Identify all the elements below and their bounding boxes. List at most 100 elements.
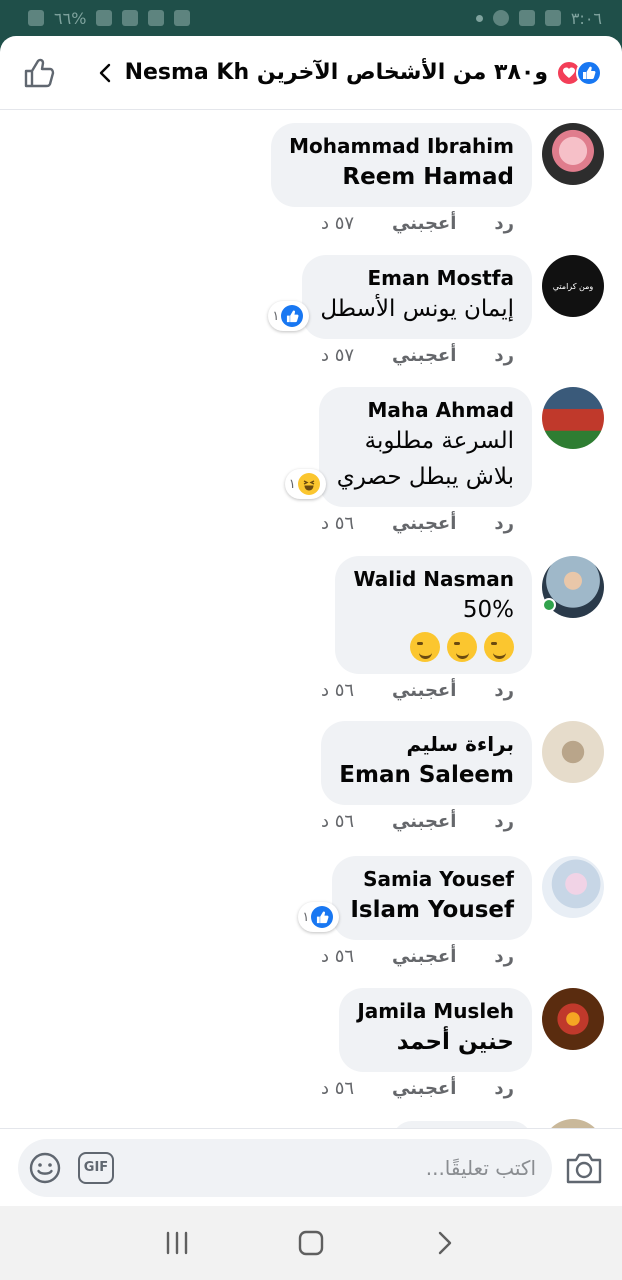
- comment-reaction-badge[interactable]: ١: [298, 902, 340, 932]
- like-button[interactable]: أعجبني: [392, 680, 456, 701]
- emoji-picker-icon[interactable]: [28, 1151, 62, 1185]
- like-button[interactable]: أعجبني: [392, 345, 456, 366]
- telegram-notification-icon: [544, 10, 561, 26]
- comment-body: Eman Mostfa إيمان يونس الأسطل ١ ٥٧ د أعج…: [268, 255, 532, 366]
- like-button[interactable]: أعجبني: [392, 946, 456, 967]
- avatar-image: [542, 387, 604, 449]
- comment-time: ٥٧ د: [320, 213, 355, 234]
- comment-time: ٥٦ د: [320, 513, 355, 534]
- comments-sheet: و٣٨٠ من الأشخاص الآخرين Nesma Kh Mohamma…: [0, 36, 622, 1206]
- comment-author[interactable]: Mohammad Ibrahim: [289, 133, 514, 159]
- reply-button[interactable]: رد: [494, 811, 514, 832]
- comment-bubble[interactable]: Maha Ahmad السرعة مطلوبة بلاش يبطل حصري …: [284, 387, 532, 507]
- signal-icon: [96, 10, 113, 26]
- reply-button[interactable]: رد: [494, 1078, 514, 1099]
- avatar-image: [542, 856, 604, 918]
- comment-author[interactable]: Walid Nasman: [353, 566, 514, 592]
- gif-button[interactable]: GIF: [78, 1151, 114, 1184]
- reactions-header: و٣٨٠ من الأشخاص الآخرين Nesma Kh: [0, 36, 622, 110]
- avatar[interactable]: ومن كرامتي: [542, 255, 604, 317]
- comment-time: ٥٧ د: [320, 345, 355, 366]
- comment-body: Samia Yousef Islam Yousef ١ ٥٦ د أعجبني …: [298, 856, 532, 967]
- chevron-left-icon[interactable]: [95, 62, 117, 84]
- comment-meta: ٥٦ د أعجبني رد: [321, 811, 514, 832]
- system-navigation-bar: [0, 1206, 622, 1280]
- comment-bubble[interactable]: Samia Yousef Islam Yousef ١: [298, 856, 532, 940]
- battery-text: ٦٦%: [54, 8, 87, 28]
- comment-text: حنين أحمد: [396, 1029, 514, 1055]
- avatar[interactable]: [542, 856, 604, 918]
- avatar-image: [542, 721, 604, 783]
- home-icon: [298, 1230, 324, 1256]
- avatar-image: ومن كرامتي: [542, 255, 604, 317]
- reply-button[interactable]: رد: [494, 680, 514, 701]
- avatar-image: [542, 988, 604, 1050]
- comment-bubble[interactable]: Mohammad Ibrahim Reem Hamad: [271, 123, 532, 207]
- reaction-icons: [556, 59, 602, 86]
- comment-input-wrap[interactable]: GIF: [18, 1138, 552, 1197]
- reply-button[interactable]: رد: [494, 213, 514, 234]
- comment-text: إيمان يونس الأسطل: [320, 296, 514, 322]
- avatar[interactable]: [542, 988, 604, 1050]
- comment-bubble[interactable]: Jamila Musleh حنين أحمد: [339, 988, 532, 1072]
- like-button[interactable]: أعجبني: [392, 1078, 456, 1099]
- comment-text: Eman Saleem: [339, 762, 514, 788]
- home-button[interactable]: [291, 1223, 331, 1263]
- comment-bubble[interactable]: براءة سليم Eman Saleem: [321, 721, 532, 805]
- comment-author[interactable]: Samia Yousef: [350, 866, 514, 892]
- comment-reaction-badge[interactable]: ١: [268, 301, 310, 331]
- like-icon: [311, 906, 334, 928]
- comment-text: 50%: [462, 597, 514, 623]
- comment-body: Jamila Musleh حنين أحمد ٥٦ د أعجبني رد: [321, 988, 532, 1099]
- comment-item: Walid Nasman 50% ٥٦ د أعجبني رد: [321, 556, 604, 701]
- comment-body: Walid Nasman 50% ٥٦ د أعجبني رد: [321, 556, 532, 701]
- comment-item: Samia Yousef Islam Yousef ١ ٥٦ د أعجبني …: [298, 856, 604, 967]
- avatar-caption: ومن كرامتي: [552, 281, 594, 291]
- comment-author[interactable]: Jamila Musleh: [357, 998, 514, 1024]
- like-outline-icon[interactable]: [22, 56, 56, 90]
- reply-button[interactable]: رد: [494, 513, 514, 534]
- reply-button[interactable]: رد: [494, 345, 514, 366]
- comment-bubble[interactable]: Walid Nasman 50%: [335, 556, 532, 674]
- comments-list: Mohammad Ibrahim Reem Hamad ٥٧ د أعجبني …: [0, 111, 622, 1129]
- comment-time: ٥٦ د: [320, 680, 355, 701]
- comment-author[interactable]: Eman Mostfa: [320, 265, 514, 291]
- back-chevron-icon: [438, 1231, 452, 1255]
- comment-time: ٥٦ د: [320, 1078, 355, 1099]
- facebook-notification-icon: [492, 10, 509, 26]
- like-button[interactable]: أعجبني: [392, 513, 456, 534]
- status-left: ٦٦%: [28, 8, 191, 28]
- status-right: ٣:٠٦: [475, 9, 602, 28]
- comment-body: براءة سليم Eman Saleem ٥٦ د أعجبني رد: [321, 721, 532, 832]
- comment-item: Maha Ahmad السرعة مطلوبة بلاش يبطل حصري …: [284, 387, 604, 534]
- back-button[interactable]: [425, 1223, 465, 1263]
- comment-reaction-badge[interactable]: ١: [284, 469, 326, 499]
- notification-dot-icon: [475, 14, 483, 22]
- like-button[interactable]: أعجبني: [392, 213, 456, 234]
- avatar[interactable]: [542, 556, 604, 618]
- online-status-icon: [542, 598, 556, 612]
- avatar[interactable]: [542, 721, 604, 783]
- wink-emoji-icon: [446, 632, 477, 662]
- recent-apps-button[interactable]: [157, 1223, 197, 1263]
- comment-text-line-1: السرعة مطلوبة: [364, 428, 514, 454]
- camera-icon[interactable]: [564, 1150, 604, 1186]
- comment-bubble[interactable]: Eman Mostfa إيمان يونس الأسطل ١: [268, 255, 532, 339]
- status-bar: ٦٦% ٣:٠٦: [0, 0, 622, 36]
- comment-input[interactable]: [130, 1155, 536, 1180]
- comment-time: ٥٦ د: [320, 946, 355, 967]
- avatar[interactable]: [542, 123, 604, 185]
- like-button[interactable]: أعجبني: [392, 811, 456, 832]
- reaction-count: ١: [302, 909, 310, 925]
- like-icon: [576, 59, 602, 86]
- comment-author[interactable]: Maha Ahmad: [337, 397, 514, 423]
- reactions-summary[interactable]: و٣٨٠ من الأشخاص الآخرين Nesma Kh: [95, 59, 602, 86]
- comment-author[interactable]: براءة سليم: [339, 731, 514, 757]
- reaction-count: ١: [272, 308, 280, 324]
- reply-button[interactable]: رد: [494, 946, 514, 967]
- avatar[interactable]: [542, 387, 604, 449]
- recent-apps-icon: [166, 1231, 188, 1255]
- gallery-notification-icon: [518, 10, 535, 26]
- comment-meta: ٥٧ د أعجبني رد: [321, 345, 514, 366]
- haha-icon: [297, 473, 320, 495]
